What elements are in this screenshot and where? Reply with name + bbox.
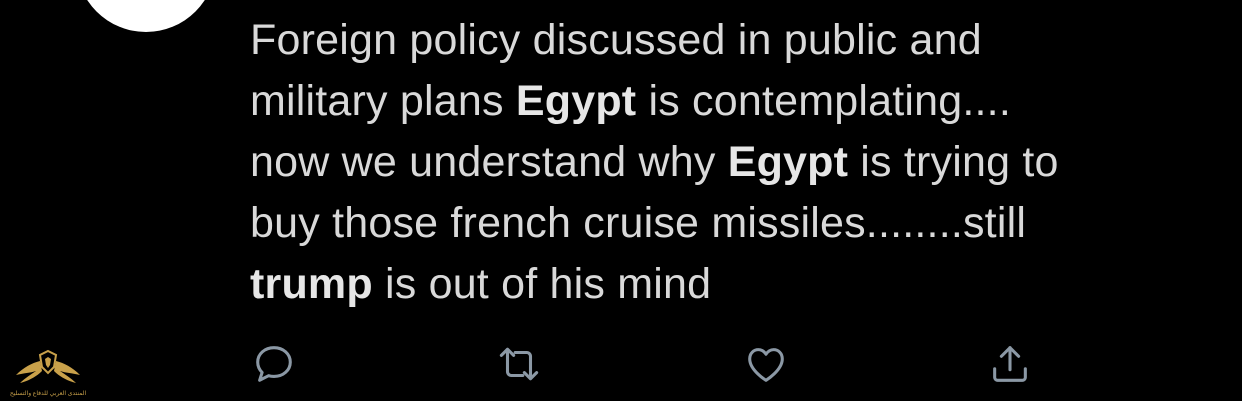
avatar[interactable] — [76, 0, 216, 32]
tweet-text-segment: Foreign policy discussed in public and — [250, 16, 982, 64]
retweet-button[interactable] — [495, 340, 543, 388]
reply-button[interactable] — [250, 340, 298, 388]
tweet-line: trump is out of his mind — [250, 254, 1210, 315]
tweet-text-segment: military plans — [250, 77, 516, 125]
tweet-actions-bar — [250, 340, 1050, 390]
tweet-text-segment: is trying to — [848, 138, 1059, 186]
tweet-line: Foreign policy discussed in public and — [250, 10, 1210, 71]
tweet-text-segment: now we understand why — [250, 138, 728, 186]
tweet-line: military plans Egypt is contemplating...… — [250, 71, 1210, 132]
highlighted-keyword: Egypt — [515, 77, 637, 125]
share-icon — [993, 346, 1027, 382]
tweet-line: buy those french cruise missiles........… — [250, 193, 1210, 254]
reply-icon — [256, 346, 292, 382]
highlighted-keyword: trump — [250, 260, 373, 308]
tweet-text: Foreign policy discussed in public and m… — [250, 10, 1210, 315]
share-button[interactable] — [986, 340, 1034, 388]
watermark-caption: المنتدى العربي للدفاع والتسليح — [9, 391, 87, 397]
like-icon — [748, 348, 784, 382]
tweet-line: now we understand why Egypt is trying to — [250, 132, 1210, 193]
tweet-text-segment: buy those french cruise missiles........… — [250, 199, 1027, 247]
tweet-text-segment: is out of his mind — [372, 260, 712, 308]
highlighted-keyword: Egypt — [727, 138, 849, 186]
like-button[interactable] — [742, 340, 790, 388]
tweet-text-segment: is contemplating.... — [636, 77, 1011, 125]
retweet-icon — [499, 347, 539, 381]
